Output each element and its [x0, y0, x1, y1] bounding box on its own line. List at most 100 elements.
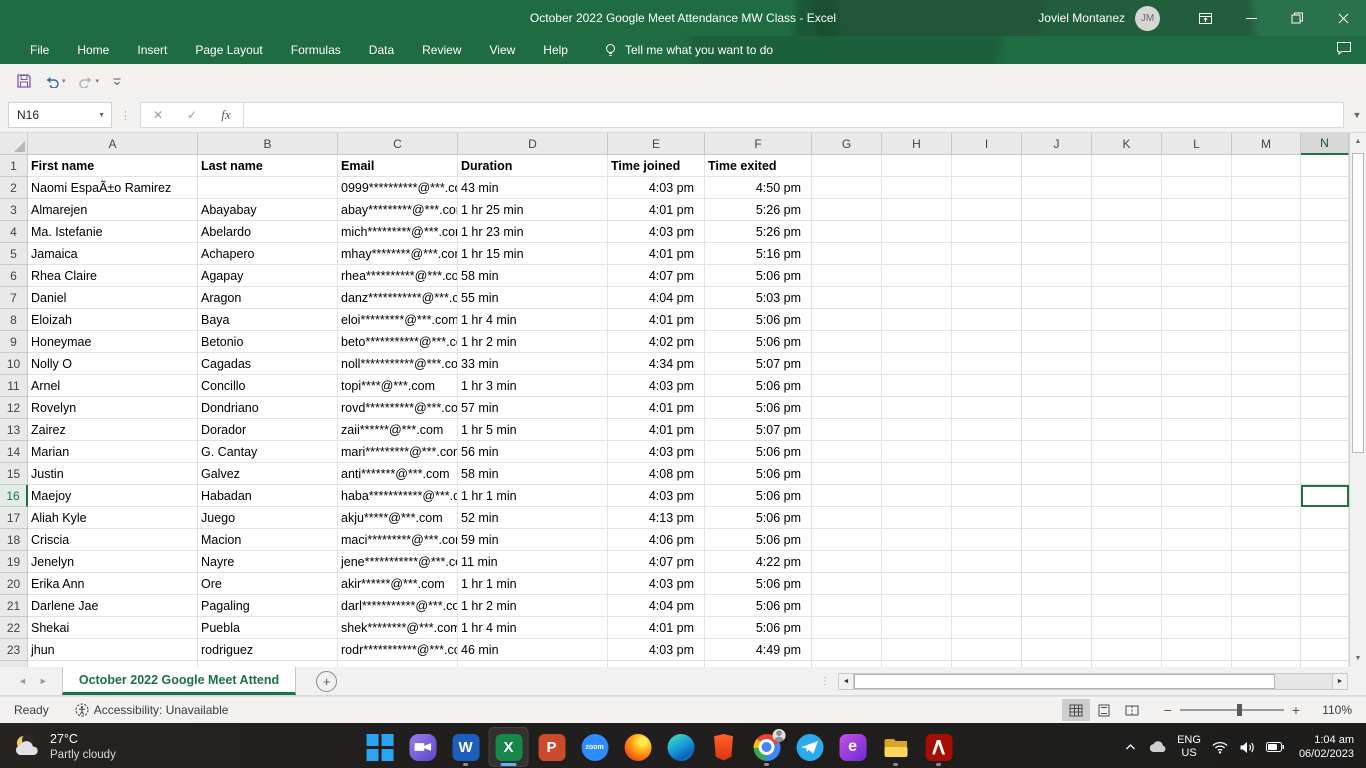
cell-N8[interactable]: [1301, 309, 1349, 331]
cell-G10[interactable]: [812, 353, 882, 375]
taskbar-firefox-icon[interactable]: [618, 727, 658, 767]
cell-K7[interactable]: [1092, 287, 1162, 309]
cell-H12[interactable]: [882, 397, 952, 419]
cell-F17[interactable]: 5:06 pm: [705, 507, 812, 529]
cell-J2[interactable]: [1022, 177, 1092, 199]
cell-J21[interactable]: [1022, 595, 1092, 617]
language-indicator[interactable]: ENG US: [1177, 734, 1201, 760]
customize-quick-access-toolbar-icon[interactable]: [107, 73, 127, 89]
cell-D21[interactable]: 1 hr 2 min: [458, 595, 608, 617]
cell-N16[interactable]: [1301, 485, 1349, 507]
zoom-in-icon[interactable]: +: [1292, 702, 1300, 718]
cell-M24[interactable]: [1232, 661, 1301, 667]
zoom-slider[interactable]: [1180, 709, 1284, 711]
row-header-21[interactable]: 21: [0, 595, 28, 617]
cell-E5[interactable]: 4:01 pm: [608, 243, 705, 265]
cell-L23[interactable]: [1162, 639, 1232, 661]
insert-function-icon[interactable]: fx: [209, 107, 243, 123]
row-header-15[interactable]: 15: [0, 463, 28, 485]
row-header-4[interactable]: 4: [0, 221, 28, 243]
cell-K10[interactable]: [1092, 353, 1162, 375]
cell-I9[interactable]: [952, 331, 1022, 353]
row-header-3[interactable]: 3: [0, 199, 28, 221]
cell-I23[interactable]: [952, 639, 1022, 661]
horizontal-scrollbar-thumb[interactable]: [854, 674, 1275, 689]
cell-D18[interactable]: 59 min: [458, 529, 608, 551]
cell-F19[interactable]: 4:22 pm: [705, 551, 812, 573]
cell-L10[interactable]: [1162, 353, 1232, 375]
select-all-corner[interactable]: [0, 133, 28, 155]
cell-J10[interactable]: [1022, 353, 1092, 375]
normal-view-icon[interactable]: [1062, 699, 1090, 721]
row-header-14[interactable]: 14: [0, 441, 28, 463]
scroll-right-icon[interactable]: ►: [1332, 673, 1348, 690]
cell-D19[interactable]: 11 min: [458, 551, 608, 573]
cell-B1[interactable]: Last name: [198, 155, 338, 177]
cell-A10[interactable]: Nolly O: [28, 353, 198, 375]
cell-F21[interactable]: 5:06 pm: [705, 595, 812, 617]
sheet-nav-right-icon[interactable]: ►: [39, 676, 48, 686]
cell-H17[interactable]: [882, 507, 952, 529]
cell-F7[interactable]: 5:03 pm: [705, 287, 812, 309]
cell-M9[interactable]: [1232, 331, 1301, 353]
cell-A2[interactable]: Naomi EspaÃ±o Ramirez: [28, 177, 198, 199]
cell-D15[interactable]: 58 min: [458, 463, 608, 485]
cell-C4[interactable]: mich*********@***.com: [338, 221, 458, 243]
cell-D20[interactable]: 1 hr 1 min: [458, 573, 608, 595]
cell-J24[interactable]: [1022, 661, 1092, 667]
cell-E16[interactable]: 4:03 pm: [608, 485, 705, 507]
cell-C12[interactable]: rovd**********@***.com: [338, 397, 458, 419]
cell-G19[interactable]: [812, 551, 882, 573]
new-sheet-icon[interactable]: +: [316, 671, 337, 692]
cell-N10[interactable]: [1301, 353, 1349, 375]
cell-K5[interactable]: [1092, 243, 1162, 265]
row-header-8[interactable]: 8: [0, 309, 28, 331]
cell-C9[interactable]: beto***********@***.com: [338, 331, 458, 353]
cell-F9[interactable]: 5:06 pm: [705, 331, 812, 353]
row-header-23[interactable]: 23: [0, 639, 28, 661]
cell-A15[interactable]: Justin: [28, 463, 198, 485]
taskbar-word-icon[interactable]: W: [446, 727, 486, 767]
avatar[interactable]: JM: [1135, 6, 1160, 31]
cell-G9[interactable]: [812, 331, 882, 353]
cell-J14[interactable]: [1022, 441, 1092, 463]
cell-E4[interactable]: 4:03 pm: [608, 221, 705, 243]
cell-H19[interactable]: [882, 551, 952, 573]
column-header-E[interactable]: E: [608, 133, 705, 155]
cell-E2[interactable]: 4:03 pm: [608, 177, 705, 199]
cell-M11[interactable]: [1232, 375, 1301, 397]
cell-H22[interactable]: [882, 617, 952, 639]
cell-L15[interactable]: [1162, 463, 1232, 485]
cell-A20[interactable]: Erika Ann: [28, 573, 198, 595]
cell-H7[interactable]: [882, 287, 952, 309]
cell-F22[interactable]: 5:06 pm: [705, 617, 812, 639]
cell-D16[interactable]: 1 hr 1 min: [458, 485, 608, 507]
cell-H24[interactable]: [882, 661, 952, 667]
cell-H1[interactable]: [882, 155, 952, 177]
tell-me-box[interactable]: Tell me what you want to do: [604, 43, 773, 58]
cell-L21[interactable]: [1162, 595, 1232, 617]
cell-I15[interactable]: [952, 463, 1022, 485]
cell-N21[interactable]: [1301, 595, 1349, 617]
cell-F24[interactable]: [705, 661, 812, 667]
cell-K18[interactable]: [1092, 529, 1162, 551]
cell-M17[interactable]: [1232, 507, 1301, 529]
cell-B22[interactable]: Puebla: [198, 617, 338, 639]
cell-E7[interactable]: 4:04 pm: [608, 287, 705, 309]
formula-bar-expand-icon[interactable]: ▼: [1348, 103, 1366, 127]
cell-E21[interactable]: 4:04 pm: [608, 595, 705, 617]
row-header-19[interactable]: 19: [0, 551, 28, 573]
taskbar-edge-icon[interactable]: [661, 727, 701, 767]
cell-J22[interactable]: [1022, 617, 1092, 639]
close-button[interactable]: [1320, 0, 1366, 36]
cell-M3[interactable]: [1232, 199, 1301, 221]
cell-M19[interactable]: [1232, 551, 1301, 573]
cell-E13[interactable]: 4:01 pm: [608, 419, 705, 441]
cell-F15[interactable]: 5:06 pm: [705, 463, 812, 485]
cell-J8[interactable]: [1022, 309, 1092, 331]
cell-I20[interactable]: [952, 573, 1022, 595]
cell-F16[interactable]: 5:06 pm: [705, 485, 812, 507]
cell-H8[interactable]: [882, 309, 952, 331]
cell-K14[interactable]: [1092, 441, 1162, 463]
cell-F5[interactable]: 5:16 pm: [705, 243, 812, 265]
